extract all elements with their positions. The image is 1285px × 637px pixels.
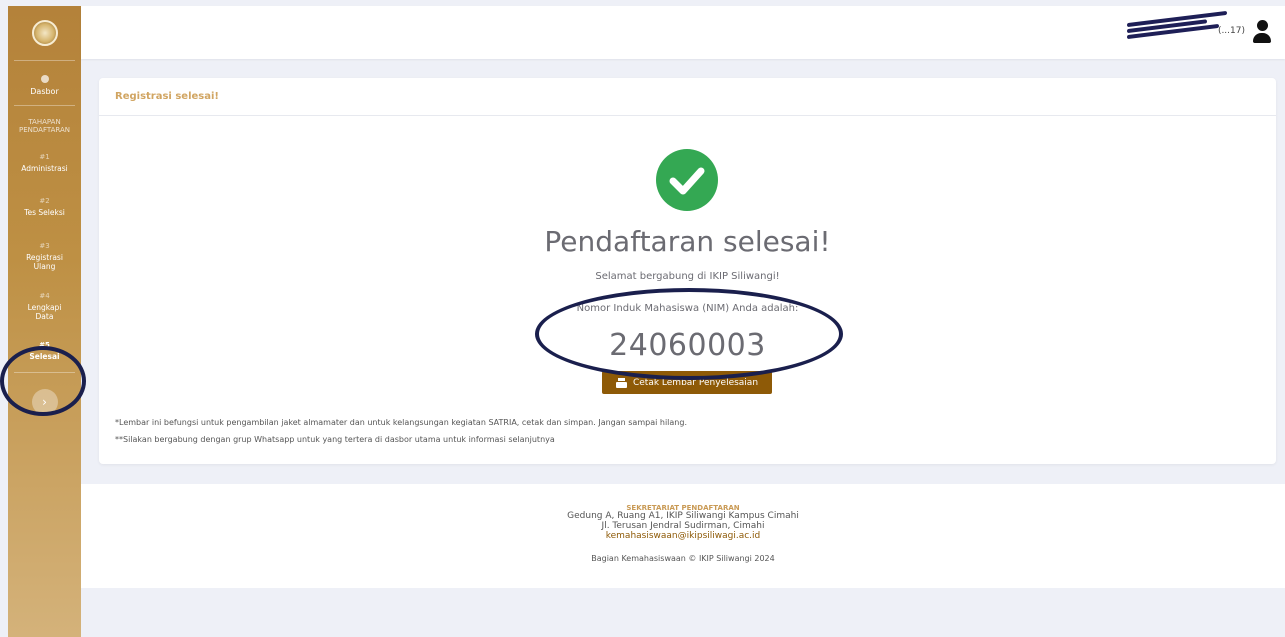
annotation-circle-step bbox=[0, 346, 86, 416]
sidebar: Dasbor TAHAPAN PENDAFTARAN #1 Administra… bbox=[8, 6, 81, 637]
sidebar-item-lengkapi-data[interactable]: #4 Lengkapi Data bbox=[8, 272, 81, 322]
sidebar-item-registrasi-ulang[interactable]: #3 Registrasi Ulang bbox=[8, 218, 81, 272]
footnote-jacket: *Lembar ini befungsi untuk pengambilan j… bbox=[115, 418, 687, 427]
sidebar-item-dasbor[interactable]: Dasbor bbox=[8, 61, 81, 105]
welcome-text: Selamat bergabung di IKIP Siliwangi! bbox=[595, 271, 780, 282]
footer-copyright: Bagian Kemahasiswaan © IKIP Siliwangi 20… bbox=[591, 553, 775, 563]
step-label: Tes Seleksi bbox=[24, 208, 65, 218]
window-left-border bbox=[0, 0, 8, 637]
step-label: Registrasi Ulang bbox=[26, 252, 63, 272]
card-title: Registrasi selesai! bbox=[99, 78, 1276, 116]
step-number: #2 bbox=[39, 197, 50, 206]
printer-icon bbox=[615, 377, 627, 388]
top-header: (...17) bbox=[81, 6, 1285, 59]
annotation-circle-nim bbox=[535, 288, 843, 380]
step-number: #4 bbox=[39, 291, 50, 300]
step-label: Lengkapi Data bbox=[27, 302, 62, 321]
step-number: #1 bbox=[39, 153, 50, 162]
sidebar-section-heading: TAHAPAN PENDAFTARAN bbox=[19, 117, 70, 135]
page-footer: SEKRETARIAT PENDAFTARAN Gedung A, Ruang … bbox=[81, 484, 1285, 588]
step-number: #3 bbox=[39, 241, 50, 250]
user-icon[interactable] bbox=[1251, 20, 1273, 46]
completion-card: Registrasi selesai! Pendaftaran selesai!… bbox=[99, 78, 1276, 464]
completion-heading: Pendaftaran selesai! bbox=[544, 225, 831, 258]
check-circle-icon bbox=[656, 149, 718, 211]
footer-email-link[interactable]: kemahasiswaan@ikipsiliwagi.ac.id bbox=[81, 531, 1285, 542]
university-logo[interactable] bbox=[31, 20, 58, 46]
sidebar-item-label: Dasbor bbox=[30, 87, 59, 96]
user-name[interactable]: (...17) bbox=[1218, 26, 1245, 36]
dashboard-icon bbox=[40, 75, 49, 83]
sidebar-item-administrasi[interactable]: #1 Administrasi bbox=[8, 141, 81, 173]
step-label: Administrasi bbox=[21, 164, 68, 174]
sidebar-item-tes-seleksi[interactable]: #2 Tes Seleksi bbox=[8, 173, 81, 217]
footnote-whatsapp: **Silakan bergabung dengan grup Whatsapp… bbox=[115, 435, 555, 444]
